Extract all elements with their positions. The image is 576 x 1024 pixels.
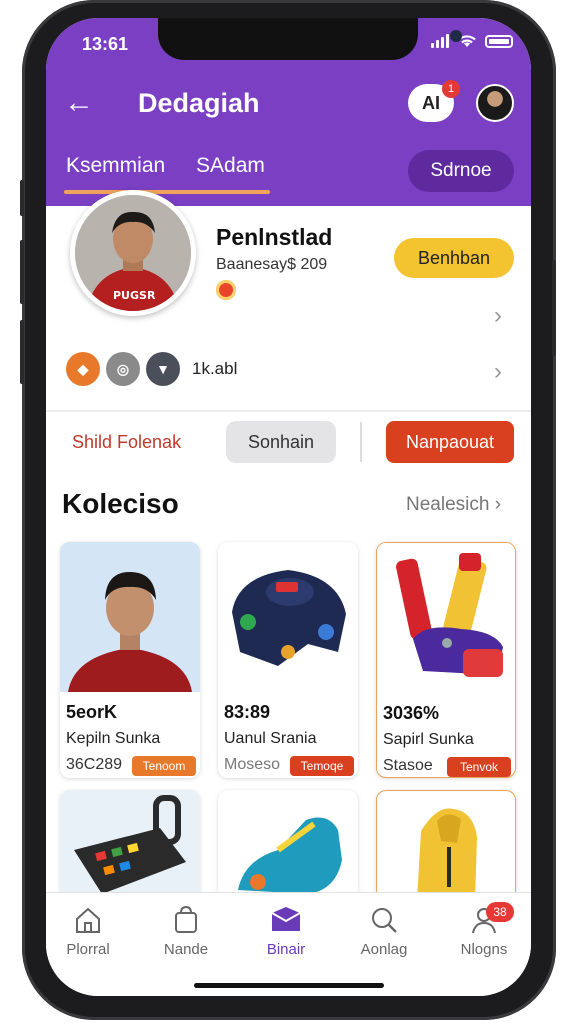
status-time: 13:61 [82,34,129,54]
home-indicator[interactable] [194,983,384,988]
side-button [20,180,24,216]
shoe-photo [238,817,342,894]
tab-sadam[interactable]: SAdam [196,154,265,178]
nav-item-bag[interactable]: Nande [146,905,226,958]
nav-item-store[interactable]: Binair [246,905,326,958]
product-price: 3036% [383,703,440,723]
tab-ksemmian[interactable]: Ksemmian [66,154,165,178]
product-name: Kepiln Sunka [66,730,161,747]
product-card[interactable]: 83:89 Uanul Srania Moseso Temoqe [218,542,358,778]
divider [46,410,531,412]
product-name: Sapirl Sunka [383,731,474,748]
product-card[interactable]: 5eorK Kepiln Sunka 36C289 Tenoom [60,542,200,778]
product-tag: Tenoom [132,756,196,776]
product-card[interactable] [376,790,516,900]
profile-avatar[interactable]: PUGSR [70,190,196,316]
volume-down-button [20,320,24,384]
chevron-right-icon: › [494,494,502,515]
secondary-button[interactable]: Sonhain [226,421,336,463]
shield-badge-icon: ▼ [146,352,180,386]
nav-label: Nlogns [460,941,508,958]
see-all-label: Nealesich [406,494,490,515]
product-card[interactable] [60,790,200,900]
product-card[interactable]: 3036% Sapirl Sunka Stasoe Tenvok [376,542,516,778]
product-tag: Temoqe [290,756,354,776]
home-icon [76,907,100,933]
store-icon [271,907,301,931]
status-icons [431,34,513,48]
nav-item-search[interactable]: Aonlag [344,905,424,958]
header-pill-button[interactable]: Sdrnoe [408,150,514,192]
vertical-divider [360,422,362,462]
volume-up-button [20,240,24,304]
profile-name: Penlnstlad [216,224,333,250]
club-badge-icon: ◆ [66,352,100,386]
circle-badge-icon: ◎ [106,352,140,386]
header-pill-label: Sdrnoe [430,160,492,181]
primary-button[interactable]: Nanpaouat [386,421,514,463]
product-tag: Tenvok [447,757,511,777]
back-arrow-icon[interactable]: ← [64,88,94,118]
controller-photo [74,795,186,894]
shield-follow-link[interactable]: Shild Folenak [72,432,181,453]
product-card[interactable] [218,790,358,900]
profile-subtitle: Baanesay$ 209 [216,256,328,273]
nav-item-home[interactable]: Plorral [48,905,128,958]
nav-label: Aonlag [360,941,408,958]
screen: 13:61 ← Dedagiah AI 1 Ksemmian SAdam Sdr… [46,18,531,996]
chevron-right-icon[interactable]: › [494,358,502,386]
product-meta: Stasoe [383,757,433,774]
see-all-link[interactable]: Nealesich › [406,494,501,516]
section-title: Koleciso [62,488,179,519]
status-dot-icon [216,280,236,300]
shopping-bag-icon [175,905,197,933]
nav-label: Nande [163,941,209,958]
notification-badge: 1 [442,80,460,98]
product-meta: 36C289 [66,756,123,773]
merch-photo [377,543,515,693]
front-camera [450,30,462,42]
follow-button[interactable]: Benhban [394,238,514,278]
nav-label: Binair [266,941,306,958]
bottom-nav: Plorral Nande Binair Aonlag Nlogns [46,892,531,996]
nav-badge: 38 [486,902,514,922]
chevron-right-icon[interactable]: › [494,302,502,330]
nav-label: Plorral [66,941,110,958]
product-name: Uanul Srania [224,730,317,747]
svg-text:PUGSR: PUGSR [113,289,156,302]
page-title: Dedagiah [138,88,260,118]
player-photo [60,542,200,692]
hoodie-photo [417,808,477,899]
active-tab-indicator [64,190,270,194]
jacket-photo [218,542,358,692]
product-price: 83:89 [224,702,271,722]
badge-count: 1k.abl [192,359,238,378]
product-price: 5eorK [66,702,118,722]
battery-icon [485,34,513,48]
badge-row[interactable]: ◆ ◎ ▼ 1k.abl [66,352,237,386]
notch [158,18,462,60]
product-meta: Moseso [224,756,281,773]
search-icon [372,908,397,933]
user-avatar[interactable] [476,84,514,122]
power-button [552,260,556,356]
signal-icon [431,34,449,48]
